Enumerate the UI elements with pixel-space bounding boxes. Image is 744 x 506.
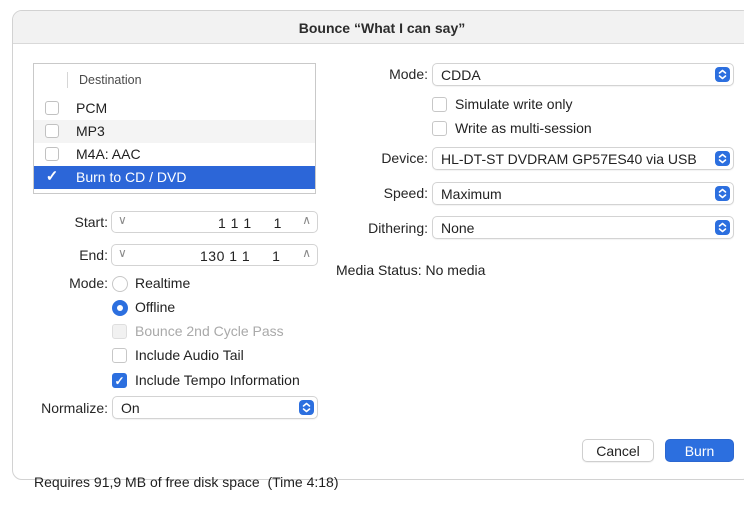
start-stepper[interactable]: ∨ 1 1 1 1 ∧ [111,211,318,233]
media-status: Media Status: No media [336,262,485,278]
destination-column-label: Destination [79,73,142,87]
destination-row-burn-cd[interactable]: ✓ Burn to CD / DVD [34,166,315,189]
offline-radio[interactable] [112,300,128,316]
simulate-write-checkbox[interactable] [432,97,447,112]
cd-mode-label: Mode: [389,66,428,82]
destination-header: Destination [34,64,315,95]
normalize-popup[interactable]: On [112,396,318,419]
media-status-label: Media Status: [336,262,422,278]
speed-popup[interactable]: Maximum [432,182,734,205]
destination-label: M4A: AAC [76,146,141,162]
bounce-2nd-cycle-label: Bounce 2nd Cycle Pass [135,323,284,339]
include-tempo-label: Include Tempo Information [135,372,300,388]
chevron-up-icon[interactable]: ∧ [302,246,311,260]
media-status-value: No media [425,262,486,278]
normalize-label: Normalize: [41,400,108,416]
realtime-radio[interactable] [112,276,128,292]
device-label: Device: [381,150,428,166]
speed-label: Speed: [383,185,428,201]
include-tempo-checkbox[interactable]: ✓ [112,373,127,388]
multi-session-checkbox[interactable] [432,121,447,136]
device-popup[interactable]: HL-DT-ST DVDRAM GP57ES40 via USB [432,147,734,170]
device-value: HL-DT-ST DVDRAM GP57ES40 via USB [441,151,697,167]
m4a-checkbox[interactable] [45,147,59,161]
end-value[interactable]: 130 1 1 1 [200,248,280,264]
updown-arrows-icon[interactable] [299,400,314,415]
checkmark-icon[interactable]: ✓ [45,169,59,184]
end-label: End: [79,247,108,263]
normalize-value: On [121,400,140,416]
updown-arrows-icon[interactable] [715,186,730,201]
pcm-checkbox[interactable] [45,101,59,115]
destination-row-mp3[interactable]: MP3 [34,120,315,143]
destination-label: MP3 [76,123,105,139]
destination-row-pcm[interactable]: PCM [34,97,315,120]
burn-button[interactable]: Burn [665,439,734,462]
speed-value: Maximum [441,186,502,202]
destination-table: Destination PCM MP3 M4A: AAC ✓ Burn to C… [33,63,316,194]
realtime-label: Realtime [135,275,191,291]
multi-session-label: Write as multi-session [455,120,592,136]
dithering-label: Dithering: [368,220,428,236]
include-audio-tail-label: Include Audio Tail [135,347,244,363]
updown-arrows-icon[interactable] [715,151,730,166]
dialog-title: Bounce “What I can say” [298,20,466,36]
title-bar: Bounce “What I can say” [13,11,744,44]
chevron-down-icon[interactable]: ∨ [118,213,127,227]
destination-label: Burn to CD / DVD [76,169,187,185]
chevron-up-icon[interactable]: ∧ [302,213,311,227]
chevron-down-icon[interactable]: ∨ [118,246,127,260]
updown-arrows-icon[interactable] [715,67,730,82]
cd-mode-popup[interactable]: CDDA [432,63,734,86]
simulate-write-label: Simulate write only [455,96,573,112]
disk-space-requirement: Requires 91,9 MB of free disk space (Tim… [34,474,339,490]
offline-label: Offline [135,299,176,315]
bounce-mode-label: Mode: [69,275,108,291]
start-label: Start: [74,214,108,230]
cancel-button[interactable]: Cancel [582,439,654,462]
cd-mode-value: CDDA [441,67,481,83]
dithering-popup[interactable]: None [432,216,734,239]
destination-row-m4a[interactable]: M4A: AAC [34,143,315,166]
include-audio-tail-checkbox[interactable] [112,348,127,363]
dithering-value: None [441,220,475,236]
mp3-checkbox[interactable] [45,124,59,138]
updown-arrows-icon[interactable] [715,220,730,235]
destination-label: PCM [76,100,108,116]
start-value[interactable]: 1 1 1 1 [218,215,282,231]
bounce-2nd-cycle-checkbox [112,324,127,339]
column-separator [67,72,68,88]
end-stepper[interactable]: ∨ 130 1 1 1 ∧ [111,244,318,266]
